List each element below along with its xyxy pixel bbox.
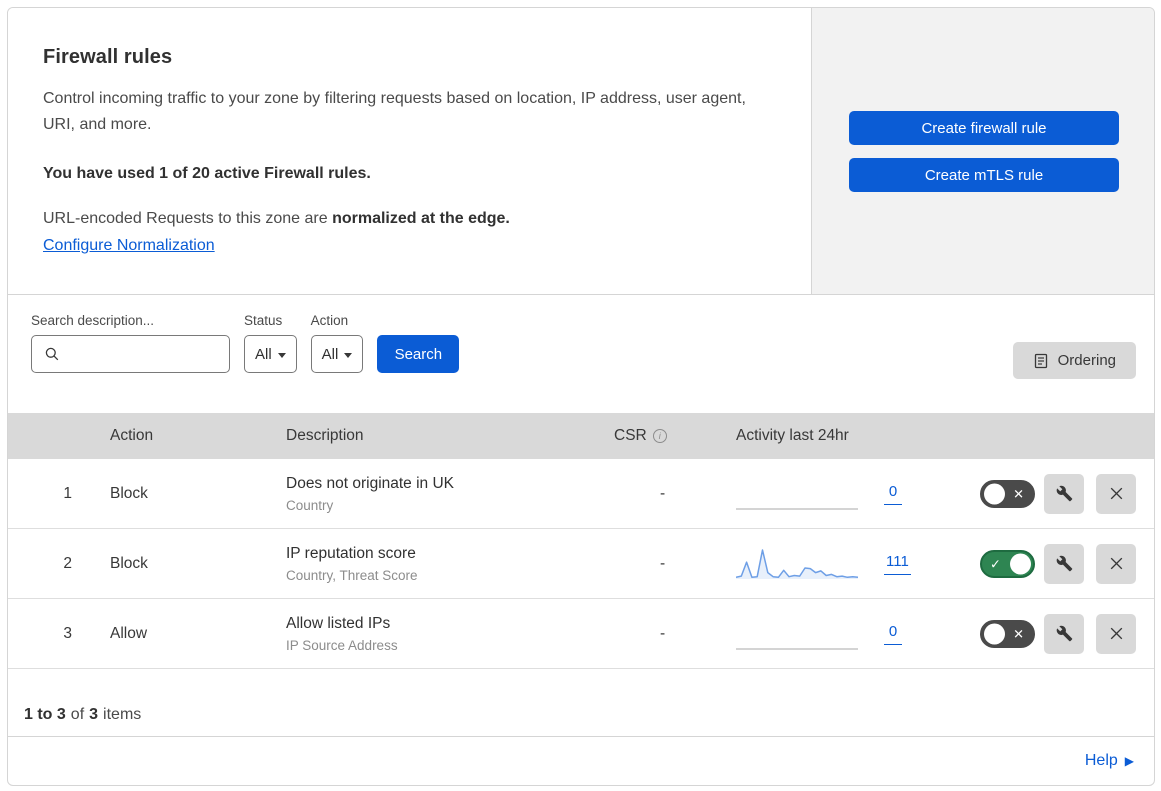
firewall-rules-card: Firewall rules Control incoming traffic … bbox=[7, 7, 1155, 786]
usage-notice: You have used 1 of 20 active Firewall ru… bbox=[43, 165, 371, 182]
edit-rule-button[interactable] bbox=[1044, 613, 1084, 654]
activity-sparkline bbox=[736, 647, 858, 650]
toggle-knob bbox=[984, 483, 1005, 504]
check-icon: ✓ bbox=[990, 556, 1001, 571]
help-bar: Help ▶ bbox=[8, 737, 1154, 785]
rule-priority: 1 bbox=[63, 484, 72, 502]
rule-activity-cell: 111 bbox=[736, 545, 980, 583]
status-label: Status bbox=[244, 313, 283, 328]
rule-priority: 2 bbox=[63, 554, 72, 572]
create-firewall-rule-button[interactable]: Create firewall rule bbox=[849, 111, 1119, 145]
info-icon[interactable]: i bbox=[652, 429, 667, 443]
column-header-csr: CSR i bbox=[606, 427, 736, 445]
page-description: Control incoming traffic to your zone by… bbox=[43, 90, 746, 133]
ordering-button[interactable]: Ordering bbox=[1012, 342, 1136, 379]
ordering-button-label: Ordering bbox=[1057, 352, 1116, 369]
range-text: 1 to 3 bbox=[24, 706, 66, 723]
rule-action: Block bbox=[110, 484, 148, 502]
intro-text-panel: Firewall rules Control incoming traffic … bbox=[8, 8, 812, 294]
wrench-icon bbox=[1056, 555, 1072, 572]
create-mtls-rule-button[interactable]: Create mTLS rule bbox=[849, 158, 1119, 192]
rule-activity-cell: 0 bbox=[736, 615, 980, 653]
table-header: Action Description CSR i Activity last 2… bbox=[8, 413, 1154, 459]
column-header-activity: Activity last 24hr bbox=[736, 427, 849, 444]
rule-csr-value: - bbox=[660, 554, 666, 572]
wrench-icon bbox=[1056, 485, 1072, 502]
rule-priority: 3 bbox=[63, 624, 72, 642]
rule-activity-cell: 0 bbox=[736, 475, 980, 513]
rule-enabled-toggle[interactable]: ✓ ✕ bbox=[980, 549, 1035, 578]
rule-description-cell: Allow listed IPs IP Source Address bbox=[286, 614, 606, 653]
x-icon: ✕ bbox=[1013, 486, 1024, 501]
table-row: 2 Block IP reputation score Country, Thr… bbox=[8, 529, 1154, 599]
status-dropdown-value: All bbox=[255, 345, 272, 363]
delete-rule-button[interactable] bbox=[1096, 473, 1136, 514]
help-link[interactable]: Help ▶ bbox=[1085, 752, 1134, 770]
page-title: Firewall rules bbox=[43, 46, 173, 68]
activity-count-link[interactable]: 0 bbox=[884, 623, 902, 645]
action-dropdown[interactable]: All bbox=[310, 335, 364, 373]
rule-fields: IP Source Address bbox=[286, 638, 398, 653]
table-row: 3 Allow Allow listed IPs IP Source Addre… bbox=[8, 599, 1154, 669]
rule-csr-value: - bbox=[660, 484, 666, 502]
activity-count-link[interactable]: 111 bbox=[884, 553, 911, 575]
rule-action: Allow bbox=[110, 624, 148, 642]
rule-description: Allow listed IPs bbox=[286, 615, 391, 632]
rule-description: Does not originate in UK bbox=[286, 475, 455, 492]
rule-description-cell: Does not originate in UK Country bbox=[286, 474, 606, 513]
rule-description-cell: IP reputation score Country, Threat Scor… bbox=[286, 544, 606, 583]
toggle-knob bbox=[1010, 553, 1031, 574]
configure-normalization-link[interactable]: Configure Normalization bbox=[43, 237, 215, 255]
rule-fields: Country bbox=[286, 498, 334, 513]
intro-section: Firewall rules Control incoming traffic … bbox=[8, 8, 1154, 295]
search-input-wrapper bbox=[31, 335, 230, 373]
delete-rule-button[interactable] bbox=[1096, 543, 1136, 584]
help-link-label: Help bbox=[1084, 752, 1118, 769]
chevron-down-icon bbox=[277, 352, 286, 358]
action-dropdown-value: All bbox=[321, 345, 339, 363]
search-input[interactable] bbox=[68, 345, 229, 363]
search-label: Search description... bbox=[31, 313, 155, 328]
column-header-description: Description bbox=[286, 427, 364, 444]
total-count: 3 bbox=[89, 706, 99, 723]
of-label: of bbox=[70, 706, 85, 723]
close-icon bbox=[1110, 557, 1122, 570]
edit-rule-button[interactable] bbox=[1044, 473, 1084, 514]
action-label: Action bbox=[310, 313, 349, 328]
activity-count-link[interactable]: 0 bbox=[884, 483, 902, 505]
rule-enabled-toggle[interactable]: ✓ ✕ bbox=[980, 619, 1035, 648]
rule-enabled-toggle[interactable]: ✓ ✕ bbox=[980, 479, 1035, 508]
normalization-bold: normalized at the edge. bbox=[332, 210, 510, 227]
pagination-summary: 1 to 3 of 3 items bbox=[8, 669, 1154, 737]
activity-sparkline bbox=[736, 507, 858, 510]
chevron-down-icon bbox=[344, 352, 353, 358]
x-icon: ✕ bbox=[1013, 626, 1024, 641]
delete-rule-button[interactable] bbox=[1096, 613, 1136, 654]
filter-bar: Search description... Status All Action bbox=[8, 295, 1154, 413]
table-row: 1 Block Does not originate in UK Country… bbox=[8, 459, 1154, 529]
status-dropdown[interactable]: All bbox=[244, 335, 297, 373]
rule-csr-value: - bbox=[660, 624, 666, 642]
list-icon bbox=[1034, 353, 1047, 368]
arrow-right-icon: ▶ bbox=[1124, 754, 1134, 768]
normalization-prefix: URL-encoded Requests to this zone are bbox=[43, 210, 333, 227]
rule-fields: Country, Threat Score bbox=[286, 568, 418, 583]
rule-action: Block bbox=[110, 554, 148, 572]
edit-rule-button[interactable] bbox=[1044, 543, 1084, 584]
activity-sparkline bbox=[736, 548, 858, 579]
normalization-notice: URL-encoded Requests to this zone are no… bbox=[43, 210, 771, 228]
wrench-icon bbox=[1056, 625, 1072, 642]
column-header-action: Action bbox=[110, 427, 154, 444]
csr-header-label: CSR bbox=[614, 427, 647, 444]
actions-panel: Create firewall rule Create mTLS rule bbox=[812, 8, 1154, 294]
close-icon bbox=[1110, 487, 1122, 500]
search-button[interactable]: Search bbox=[377, 335, 460, 373]
search-icon bbox=[45, 347, 59, 361]
close-icon bbox=[1110, 627, 1122, 640]
toggle-knob bbox=[984, 623, 1005, 644]
items-label: items bbox=[103, 706, 142, 723]
rule-description: IP reputation score bbox=[286, 545, 416, 562]
